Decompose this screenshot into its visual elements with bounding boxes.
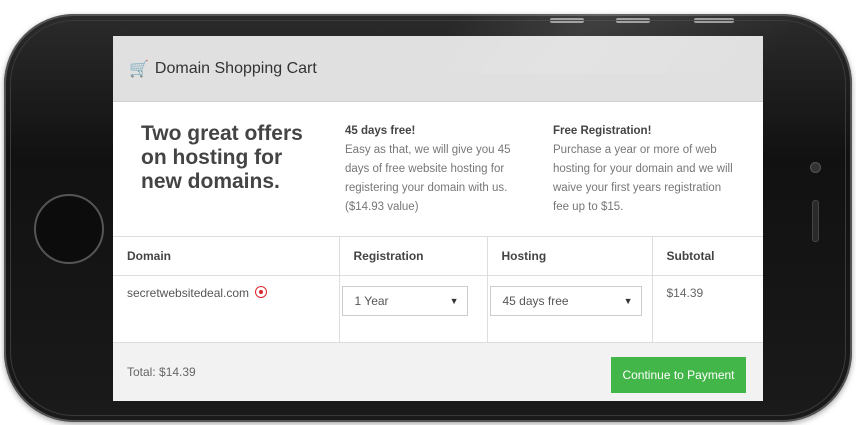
registration-cell: 1 Year ▼ (339, 275, 488, 343)
cart-title: Domain Shopping Cart (154, 59, 317, 77)
column-header-registration: Registration (339, 237, 488, 276)
registration-value: 1 Year (354, 293, 389, 308)
offers-section: Two great offers on hosting for new doma… (113, 102, 763, 237)
cart-icon: 🛒 (129, 60, 149, 78)
hosting-cell: 45 days free ▼ (487, 275, 653, 343)
offers-headline: Two great offers on hosting for new doma… (141, 122, 303, 193)
hosting-select[interactable]: 45 days free ▼ (489, 285, 642, 316)
home-button (34, 194, 104, 264)
camera-icon (810, 162, 821, 173)
domain-name: secretwebsitedeal.com (127, 285, 250, 300)
table-header: Domain Registration Hosting Subtotal (113, 237, 763, 276)
phone-screen: 🛒 Domain Shopping Cart Two great offers … (113, 36, 763, 401)
chevron-down-icon: ▼ (623, 295, 633, 306)
chevron-down-icon: ▼ (449, 295, 459, 306)
column-header-subtotal: Subtotal (652, 237, 763, 276)
registration-select[interactable]: 1 Year ▼ (341, 285, 468, 316)
subtotal-cell: $14.39 (652, 275, 763, 343)
subtotal-value: $14.39 (666, 285, 704, 300)
total-amount: Total: $14.39 (127, 365, 196, 379)
hosting-value: 45 days free (502, 293, 569, 308)
offer-body: Purchase a year or more of web hosting f… (553, 144, 733, 213)
remove-icon[interactable] (255, 285, 268, 298)
domain-cell: secretwebsitedeal.com (113, 275, 340, 343)
table-row: secretwebsitedeal.com 1 Year ▼ 45 days f… (113, 275, 763, 343)
column-header-hosting: Hosting (487, 237, 653, 276)
total-bar: Total: $14.39 Continue to Payment (113, 342, 763, 401)
offer-hosting: 45 days free! Easy as that, we will give… (345, 122, 525, 217)
column-header-domain: Domain (113, 237, 340, 276)
screen-glare (422, 14, 798, 74)
continue-to-payment-button[interactable]: Continue to Payment (611, 357, 746, 393)
offer-registration: Free Registration! Purchase a year or mo… (553, 122, 733, 217)
offer-title: Free Registration! (553, 125, 652, 137)
cart-table: Domain Registration Hosting Subtotal sec… (113, 237, 763, 343)
speaker-grille (812, 200, 819, 242)
offer-body: Easy as that, we will give you 45 days o… (345, 144, 511, 213)
offer-title: 45 days free! (345, 125, 416, 137)
